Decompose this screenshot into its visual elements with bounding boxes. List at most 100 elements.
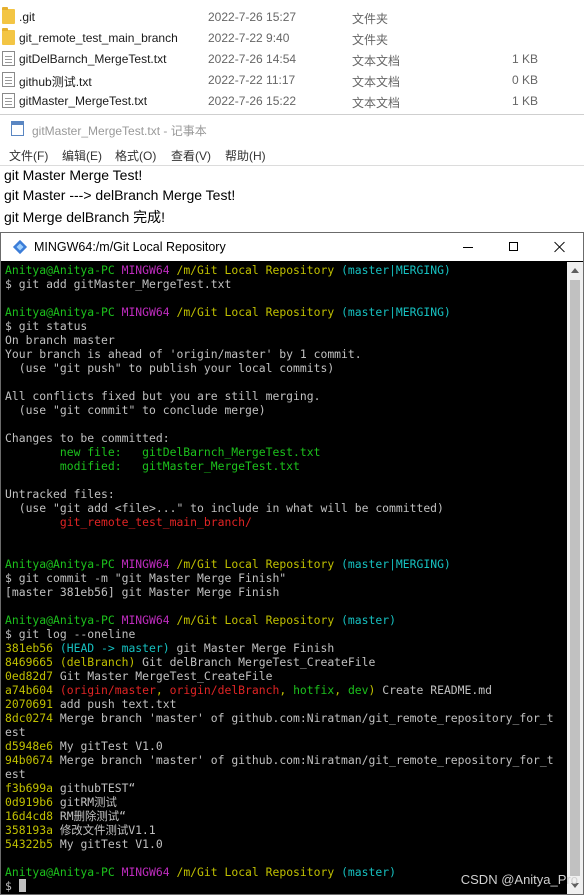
menu-view[interactable]: 查看(V)	[171, 147, 211, 164]
file-row[interactable]: gitMaster_MergeTest.txt 2022-7-26 15:22 文本…	[0, 91, 584, 111]
notepad-title-bar[interactable]: gitMaster_MergeTest.txt - 记事本	[0, 115, 584, 143]
terminal-text: /m/Git Local Repository	[176, 263, 342, 277]
terminal-text: Git delBranch MergeTest_CreateFile	[135, 655, 376, 669]
file-name: gitDelBarnch_MergeTest.txt	[19, 52, 167, 66]
terminal-text: Merge branch 'master' of github.com:Nira…	[59, 711, 554, 725]
terminal-text: origin/delBranch	[169, 683, 280, 697]
file-type: 文本文档	[352, 75, 401, 89]
terminal-line: d5948e6 My gitTest V1.0	[5, 739, 163, 753]
terminal-text: 54322b5	[5, 837, 60, 851]
terminal-line: new file: gitDelBarnch_MergeTest.txt	[5, 445, 321, 459]
terminal-text: 2070691	[5, 697, 60, 711]
notepad-icon	[11, 121, 24, 136]
terminal-scrollbar[interactable]	[567, 262, 583, 894]
git-diamond-icon	[12, 239, 28, 255]
menu-format[interactable]: 格式(O)	[115, 147, 156, 164]
text-file-icon	[2, 93, 15, 108]
terminal-text: (master|MERGING)	[341, 305, 451, 319]
terminal-line: modified: gitMaster_MergeTest.txt	[5, 459, 300, 473]
terminal-text: $ git add gitMaster_MergeTest.txt	[5, 277, 232, 291]
terminal-line: 358193a 修改文件测试V1.1	[5, 823, 156, 837]
terminal-line: 16d4cd8 RM删除测试“	[5, 809, 126, 823]
file-name: gitMaster_MergeTest.txt	[19, 94, 148, 108]
terminal-line: [master 381eb56] git Master Merge Finish	[5, 585, 279, 599]
terminal-line: 8dc0274 Merge branch 'master' of github.…	[5, 711, 554, 725]
terminal-title: MINGW64:/m/Git Local Repository	[34, 240, 226, 254]
terminal-text: Git Master MergeTest_CreateFile	[59, 669, 273, 683]
terminal-text: Untracked files:	[5, 487, 115, 501]
text-cursor	[18, 879, 26, 892]
terminal-text: (HEAD -> master)	[59, 641, 170, 655]
terminal-line: (use "git commit" to conclude merge)	[5, 403, 266, 417]
file-list: .git 2022-7-26 15:27 文件夹 git_remote_test_ma…	[0, 0, 584, 114]
terminal-text: /m/Git Local Repository	[176, 557, 342, 571]
terminal-line: est	[5, 725, 26, 739]
terminal-text: My gitTest V1.0	[59, 837, 163, 851]
terminal-text: /m/Git Local Repository	[176, 865, 342, 879]
terminal-text: 8dc0274	[5, 711, 60, 725]
watermark: CSDN @Anitya_Pro	[460, 872, 578, 887]
close-button[interactable]	[537, 233, 583, 261]
terminal-text: 381eb56	[5, 641, 60, 655]
terminal-text: MINGW64	[121, 557, 177, 571]
menu-help[interactable]: 帮助(H)	[225, 147, 266, 164]
scroll-up-icon[interactable]	[571, 268, 579, 273]
file-row[interactable]: git_remote_test_main_branch 2022-7-22 9:4…	[0, 28, 584, 48]
terminal-output[interactable]: Anitya@Anitya-PC MINGW64 /m/Git Local Re…	[1, 262, 567, 894]
terminal-line: 381eb56 (HEAD -> master) git Master Merg…	[5, 641, 334, 655]
terminal-text: est	[5, 725, 26, 739]
terminal-line: est	[5, 767, 26, 781]
file-name: .git	[19, 10, 36, 24]
terminal-text: Changes to be committed:	[5, 431, 170, 445]
terminal-text: MINGW64	[121, 305, 177, 319]
terminal-line: Anitya@Anitya-PC MINGW64 /m/Git Local Re…	[5, 613, 396, 627]
terminal-text: /m/Git Local Repository	[176, 305, 342, 319]
terminal-line: $ git log --oneline	[5, 627, 135, 641]
maximize-button[interactable]	[491, 233, 537, 261]
file-date: 2022-7-22 9:40	[208, 31, 290, 45]
terminal-text: ,	[334, 683, 348, 697]
menu-edit[interactable]: 编辑(E)	[62, 147, 102, 164]
terminal-text: f3b699a	[5, 781, 60, 795]
terminal-line: (use "git add <file>..." to include in w…	[5, 501, 444, 515]
file-name: git_remote_test_main_branch	[19, 31, 178, 45]
file-row[interactable]: .git 2022-7-26 15:27 文件夹	[0, 7, 584, 27]
terminal-text: 0ed82d7	[5, 669, 60, 683]
file-row[interactable]: github测试.txt 2022-7-22 11:17 文本文档 0 KB	[0, 70, 584, 90]
terminal-title-bar[interactable]: MINGW64:/m/Git Local Repository	[1, 233, 583, 261]
terminal-line: $ git status	[5, 319, 87, 333]
scrollbar-thumb[interactable]	[570, 280, 580, 876]
file-size: 1 KB	[511, 94, 538, 108]
terminal-text: $ git log --oneline	[5, 627, 136, 641]
file-type: 文件夹	[352, 12, 389, 26]
notepad-line: git Merge delBranch 完成!	[4, 209, 166, 225]
terminal-line: Anitya@Anitya-PC MINGW64 /m/Git Local Re…	[5, 305, 451, 319]
terminal-text: My gitTest V1.0	[59, 739, 163, 753]
terminal-text: Anitya@Anitya-PC	[5, 557, 122, 571]
terminal-line: $ git add gitMaster_MergeTest.txt	[5, 277, 231, 291]
terminal-text: Create README.md	[375, 683, 492, 697]
terminal-text: (use "git push" to publish your local co…	[5, 361, 335, 375]
terminal-text: RM删除测试“	[59, 809, 127, 823]
notepad-title: gitMaster_MergeTest.txt - 记事本	[32, 124, 207, 138]
terminal-text: (master)	[341, 613, 396, 627]
terminal-text: 修改文件测试V1.1	[59, 823, 156, 837]
terminal-text: Anitya@Anitya-PC	[5, 865, 122, 879]
file-row[interactable]: gitDelBarnch_MergeTest.txt 2022-7-26 14:5…	[0, 49, 584, 69]
minimize-button[interactable]	[445, 233, 491, 261]
menu-file[interactable]: 文件(F)	[9, 147, 48, 164]
terminal-text: $	[5, 879, 19, 893]
file-type: 文本文档	[352, 54, 401, 68]
minimize-icon	[463, 247, 473, 248]
terminal-text: d5948e6	[5, 739, 60, 753]
terminal-text: 16d4cd8	[5, 809, 60, 823]
terminal-text: 94b0674	[5, 753, 60, 767]
terminal-text: Your branch is ahead of 'origin/master' …	[5, 347, 362, 361]
notepad-menu-bar: 文件(F) 编辑(E) 格式(O) 查看(V) 帮助(H)	[0, 143, 584, 166]
terminal-line: f3b699a githubTEST“	[5, 781, 135, 795]
folder-icon	[2, 7, 15, 24]
terminal-line: 54322b5 My gitTest V1.0	[5, 837, 163, 851]
terminal-text: $ git status	[5, 319, 88, 333]
file-type: 文件夹	[352, 33, 389, 47]
close-icon	[554, 241, 566, 253]
